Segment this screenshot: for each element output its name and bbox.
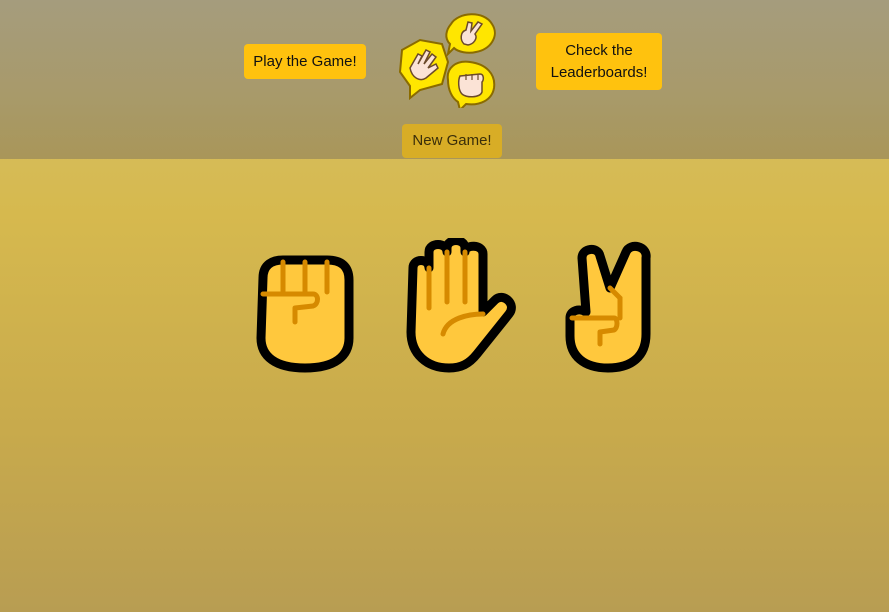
rock-bubble-icon — [446, 60, 496, 112]
raised-hand-icon — [406, 236, 516, 373]
top-nav-bar: Play the Game! Check the Leaderboards! N… — [0, 0, 889, 159]
play-game-button[interactable]: Play the Game! — [244, 44, 366, 79]
new-game-button[interactable]: New Game! — [402, 124, 502, 158]
leaderboards-label-line2: Leaderboards! — [550, 64, 648, 81]
paper-bubble-icon — [398, 38, 450, 101]
raised-fist-icon — [256, 255, 354, 373]
rock-choice[interactable] — [253, 238, 357, 379]
paper-choice[interactable] — [403, 236, 519, 379]
leaderboards-label-line1: Check the — [565, 42, 633, 59]
leaderboards-button[interactable]: Check the Leaderboards! — [536, 33, 662, 90]
scissors-choice[interactable] — [562, 238, 654, 379]
rock-paper-scissors-logo-icon[interactable] — [396, 10, 502, 112]
victory-hand-icon — [565, 241, 651, 373]
scissors-bubble-icon — [445, 13, 496, 58]
